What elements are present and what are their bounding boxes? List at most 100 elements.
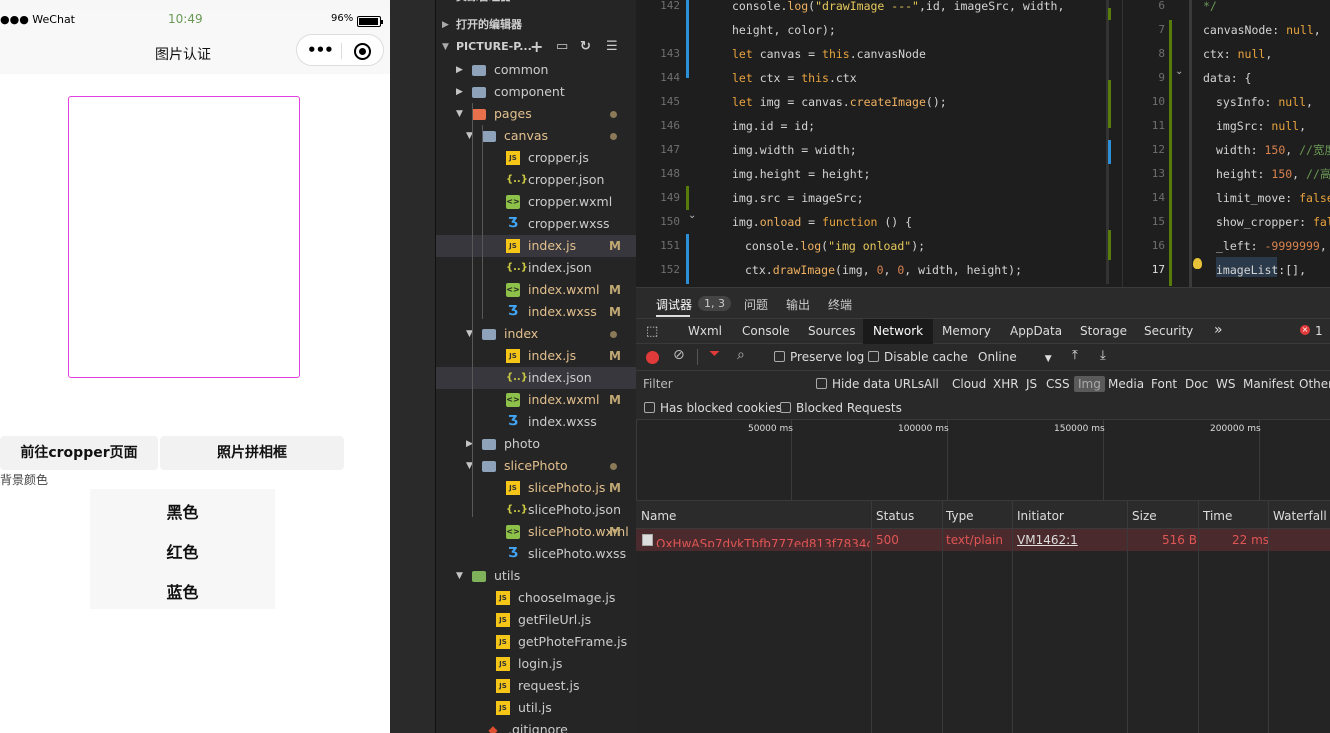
tree-file[interactable]: JS index.js M (436, 235, 636, 257)
tree-file[interactable]: Ʒcropper.wxss (436, 213, 636, 235)
tree-folder[interactable]: ▼ pages (436, 103, 636, 125)
tab-console[interactable]: Console (742, 324, 790, 338)
tab-terminal[interactable]: 终端 (828, 296, 852, 313)
tree-folder[interactable]: ▼ slicePhoto (436, 455, 636, 477)
tree-file[interactable]: JS login.js (436, 653, 636, 675)
type-filter-all[interactable]: All (924, 377, 939, 391)
type-filter-img[interactable]: Img (1074, 376, 1105, 392)
color-option-blue[interactable]: 蓝色 (90, 579, 275, 603)
code-line[interactable]: let ctx = this.ctx (732, 66, 857, 90)
tree-file[interactable]: JS util.js (436, 697, 636, 719)
tab-debugger[interactable]: 调试器 (656, 296, 692, 313)
type-filter-manifest[interactable]: Manifest (1243, 377, 1294, 391)
tree-file[interactable]: <> index.wxml M (436, 389, 636, 411)
tree-file[interactable]: Ʒindex.wxss (436, 411, 636, 433)
type-filter-doc[interactable]: Doc (1185, 377, 1208, 391)
tree-file[interactable]: <> index.wxml M (436, 279, 636, 301)
type-filter-cloud[interactable]: Cloud (952, 377, 986, 391)
color-option-red[interactable]: 红色 (90, 539, 275, 563)
col-size[interactable]: Size (1132, 509, 1157, 523)
tree-file[interactable]: JS index.js M (436, 345, 636, 367)
timeline-overview[interactable]: 50000 ms 100000 ms 150000 ms 200000 ms (636, 420, 1330, 501)
tab-output[interactable]: 输出 (786, 296, 810, 313)
code-line[interactable]: ctx.drawImage(img, 0, 0, width, height); (745, 258, 1022, 282)
open-editors-header[interactable]: ▶ 打开的编辑器 (436, 14, 636, 36)
code-line[interactable]: height: 150, //高度 (1216, 162, 1330, 186)
preserve-log-checkbox[interactable]: Preserve log (774, 350, 864, 364)
tree-file[interactable]: ƷslicePhoto.wxss (436, 543, 636, 565)
col-status[interactable]: Status (876, 509, 914, 523)
close-miniprogram-icon[interactable] (354, 43, 371, 60)
tree-folder[interactable]: ▼ utils (436, 565, 636, 587)
tab-storage[interactable]: Storage (1080, 324, 1127, 338)
code-line[interactable]: imgSrc: null, (1216, 114, 1306, 138)
tree-file[interactable]: JS chooseImage.js (436, 587, 636, 609)
tree-file[interactable]: {..} cropper.json (436, 169, 636, 191)
code-line[interactable]: show_cropper: fal (1216, 210, 1330, 234)
code-editor-split[interactable]: 6 */ 7 canvasNode: null, 8 ctx: null, 9 data: {… (1122, 0, 1330, 287)
col-time[interactable]: Time (1203, 509, 1232, 523)
tree-file[interactable]: <> slicePhoto.wxml M (436, 521, 636, 543)
export-har-icon[interactable]: ⤓ (1100, 348, 1106, 363)
code-line[interactable]: img.onload = function () { (732, 210, 912, 234)
table-row[interactable]: QxHwASp7dvkTbfb777ed813f7834cf... 500 te… (636, 529, 1330, 551)
tab-wxml[interactable]: Wxml (688, 324, 722, 338)
code-line[interactable]: sysInfo: null, (1216, 90, 1313, 114)
tree-file[interactable]: ◆ .gitignore (436, 719, 636, 733)
request-initiator-link[interactable]: VM1462:1 (1017, 533, 1078, 547)
tree-file[interactable]: {..} index.json (436, 257, 636, 279)
tree-file[interactable]: JS getPhoteFrame.js (436, 631, 636, 653)
disable-cache-checkbox[interactable]: Disable cache (868, 350, 968, 364)
has-blocked-cookies-checkbox[interactable]: Has blocked cookies (644, 401, 782, 415)
tree-file[interactable]: <> cropper.wxml (436, 191, 636, 213)
add-folder-icon[interactable]: ▭ (556, 36, 568, 58)
filter-input[interactable]: Filter (643, 377, 673, 391)
code-editor-main[interactable]: 142 console.log("drawImage ---",id, image… (636, 0, 1122, 287)
error-count[interactable]: 1 (1315, 324, 1323, 338)
tree-folder[interactable]: ▼ canvas (436, 125, 636, 147)
inspect-icon[interactable]: ⬚ (646, 324, 658, 339)
menu-capsule[interactable]: ••• (296, 34, 384, 66)
tree-folder[interactable]: ▼ index (436, 323, 636, 345)
type-filter-font[interactable]: Font (1151, 377, 1177, 391)
tree-file[interactable]: JS slicePhoto.js M (436, 477, 636, 499)
tab-problems[interactable]: 问题 (744, 296, 768, 313)
code-line[interactable]: data: { (1203, 66, 1251, 90)
more-icon[interactable]: ••• (307, 41, 334, 59)
tree-file[interactable]: {..} slicePhoto.json (436, 499, 636, 521)
type-filter-xhr[interactable]: XHR (993, 377, 1019, 391)
add-file-icon[interactable]: + (530, 36, 543, 58)
import-har-icon[interactable]: ⤒ (1072, 348, 1078, 363)
col-initiator[interactable]: Initiator (1017, 509, 1064, 523)
tab-network[interactable]: Network (863, 319, 934, 344)
go-cropper-button[interactable]: 前往cropper页面 (0, 436, 158, 470)
code-line[interactable]: img.id = id; (732, 114, 815, 138)
search-icon[interactable]: ⌕ (737, 347, 745, 363)
simulator-splitter[interactable] (390, 0, 436, 733)
type-filter-css[interactable]: CSS (1046, 377, 1070, 391)
project-header[interactable]: ▼ PICTURE-P... + ▭ ↻ ☰ (436, 36, 636, 58)
code-line[interactable]: img.height = height; (732, 162, 870, 186)
tree-file[interactable]: JS getFileUrl.js (436, 609, 636, 631)
fold-chevron-icon[interactable]: ⌄ (1175, 66, 1183, 77)
blocked-requests-checkbox[interactable]: Blocked Requests (780, 401, 902, 415)
hide-data-urls-checkbox[interactable]: Hide data URLs (816, 377, 924, 391)
tab-appdata[interactable]: AppData (1010, 324, 1062, 338)
code-line[interactable]: let canvas = this.canvasNode (732, 42, 926, 66)
throttle-select[interactable]: Online ▼ (978, 350, 1052, 364)
code-line[interactable]: img.src = imageSrc; (732, 186, 864, 210)
lightbulb-icon[interactable] (1193, 258, 1202, 269)
code-line[interactable]: canvasNode: null, (1203, 18, 1321, 42)
code-line[interactable]: console.log("drawImage ---",id, imageSrc… (732, 0, 1064, 18)
clear-icon[interactable]: ⊘ (673, 347, 685, 363)
more-tabs-icon[interactable]: » (1214, 322, 1223, 338)
tree-folder[interactable]: ▶ component (436, 81, 636, 103)
col-waterfall[interactable]: Waterfall (1273, 509, 1327, 523)
col-type[interactable]: Type (946, 509, 974, 523)
refresh-icon[interactable]: ↻ (580, 36, 591, 58)
tree-file[interactable]: JS cropper.js (436, 147, 636, 169)
col-name[interactable]: Name (641, 509, 676, 523)
request-name[interactable]: QxHwASp7dvkTbfb777ed813f7834cf... (642, 533, 870, 547)
record-icon[interactable] (646, 351, 659, 364)
tab-sources[interactable]: Sources (808, 324, 855, 338)
